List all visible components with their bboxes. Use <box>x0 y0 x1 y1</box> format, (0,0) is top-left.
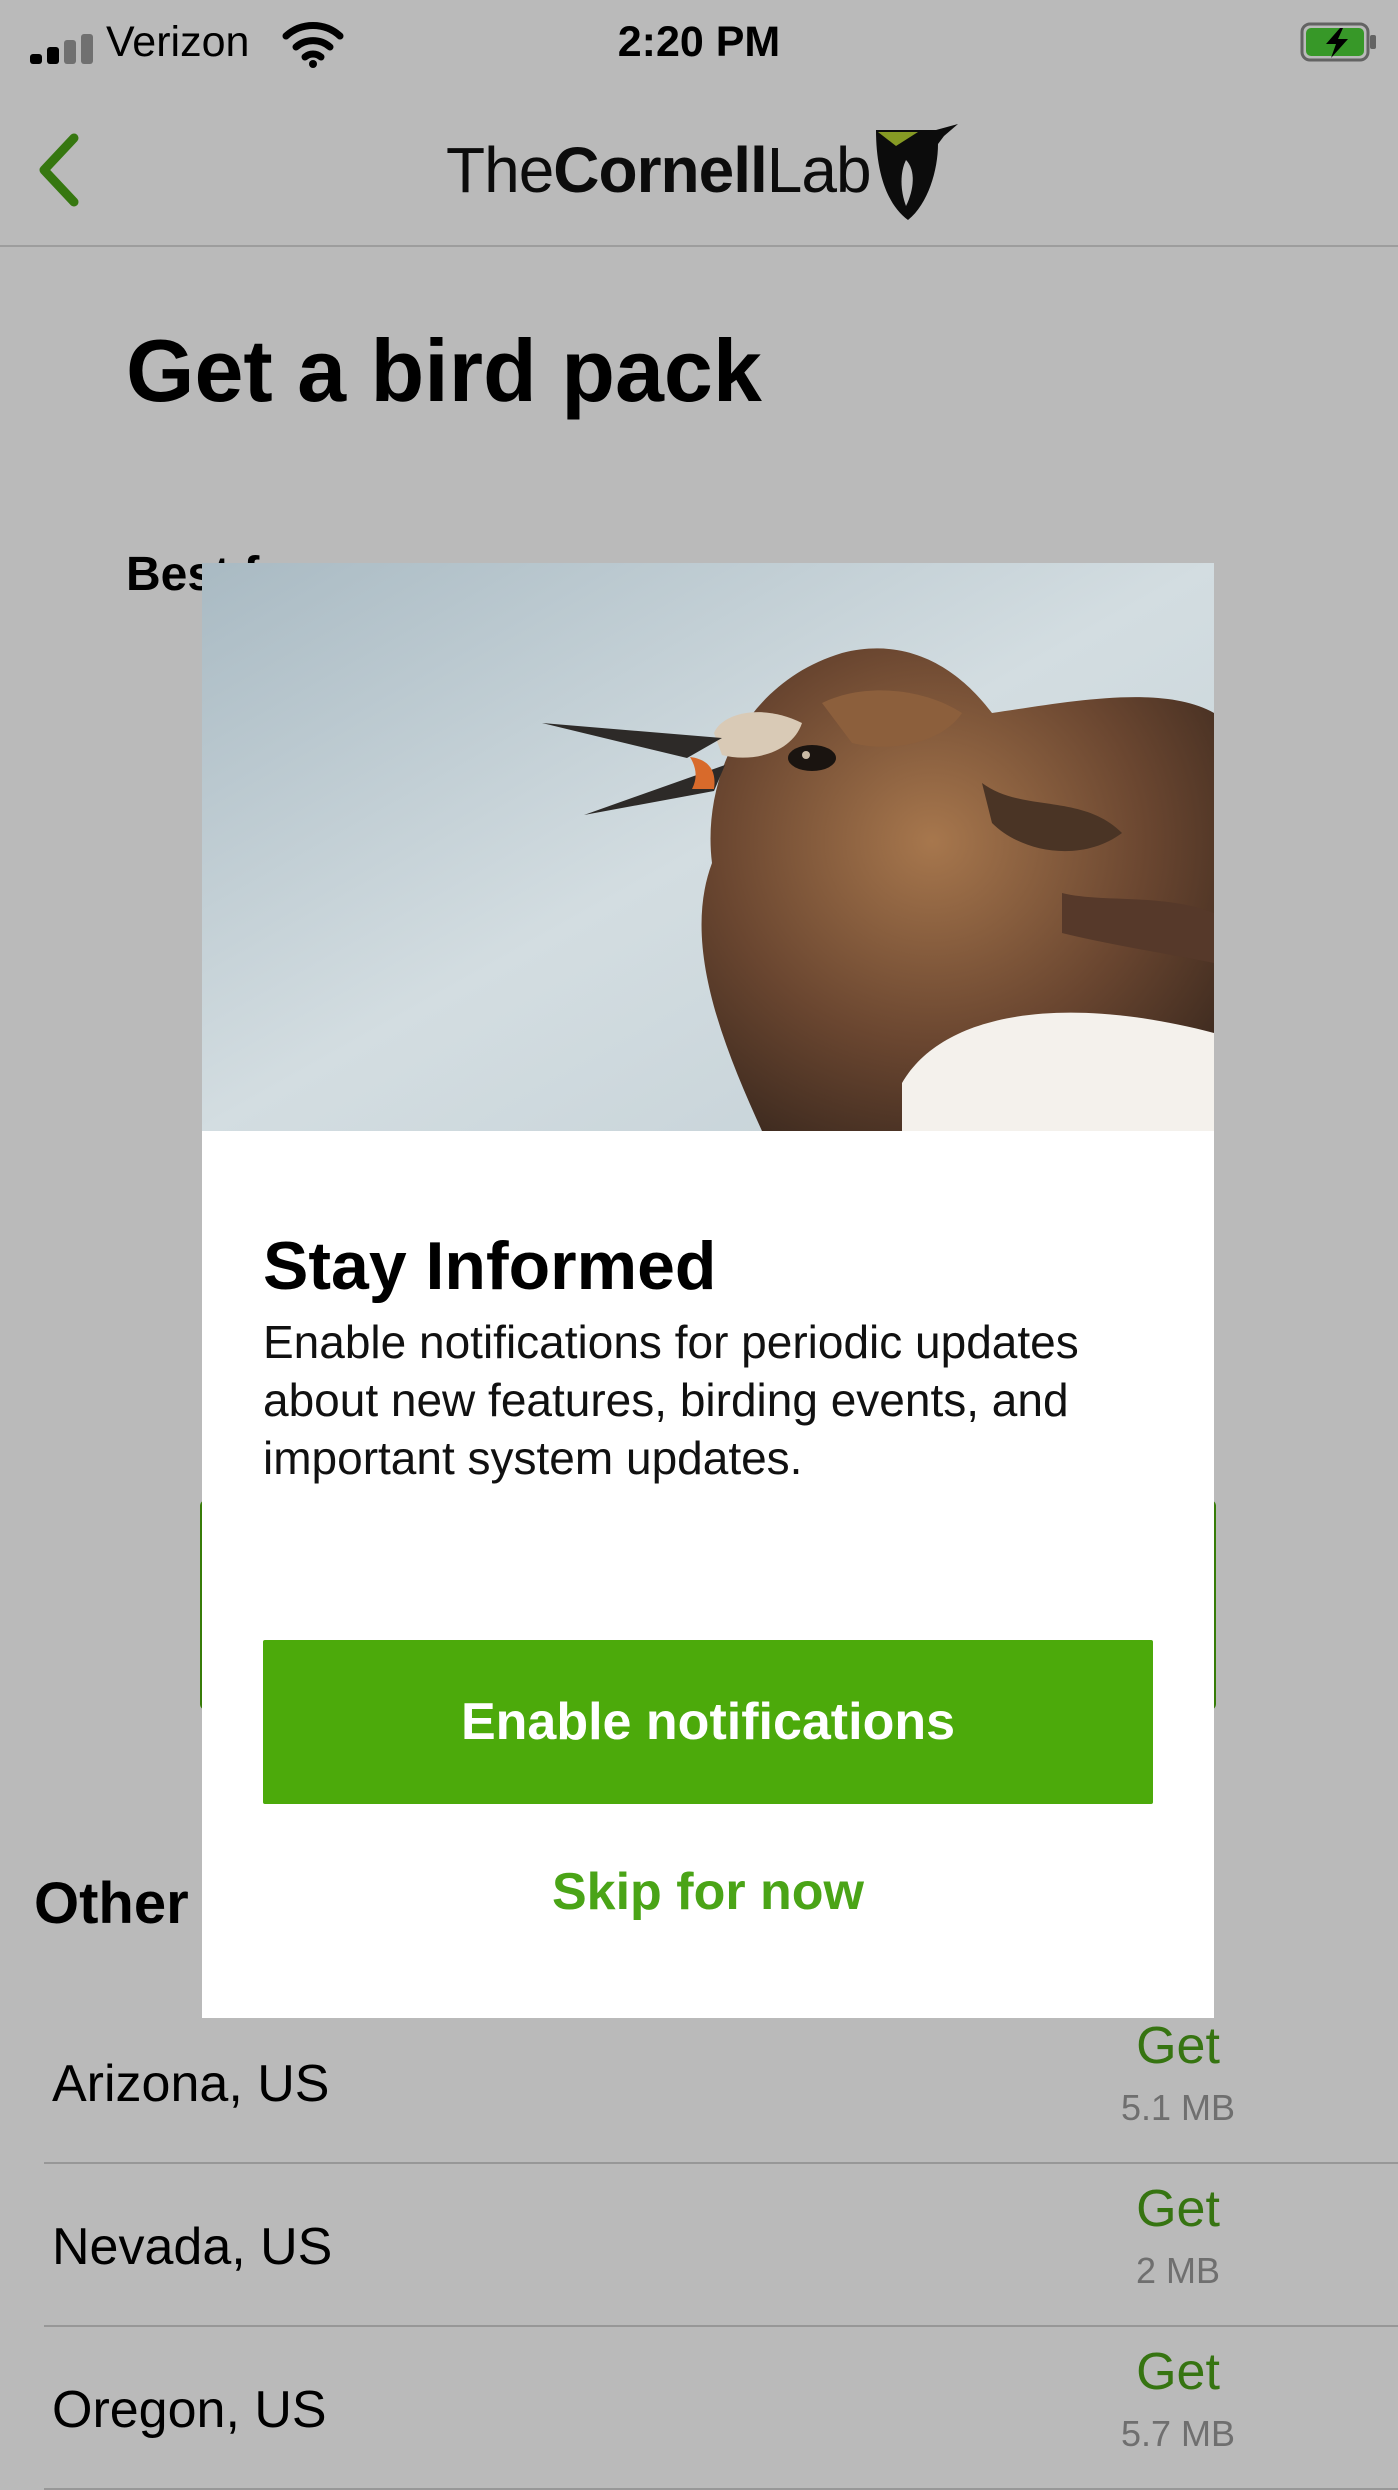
dialog-message: Enable notifications for periodic update… <box>263 1316 1079 1484</box>
dialog-title: Stay Informed <box>263 1228 717 1304</box>
skip-for-now-button[interactable]: Skip for now <box>263 1849 1153 1935</box>
bird-photo <box>202 563 1214 1131</box>
notification-dialog: Stay Informed Enable notifications for p… <box>202 563 1214 2018</box>
enable-notifications-button[interactable]: Enable notifications <box>263 1640 1153 1804</box>
